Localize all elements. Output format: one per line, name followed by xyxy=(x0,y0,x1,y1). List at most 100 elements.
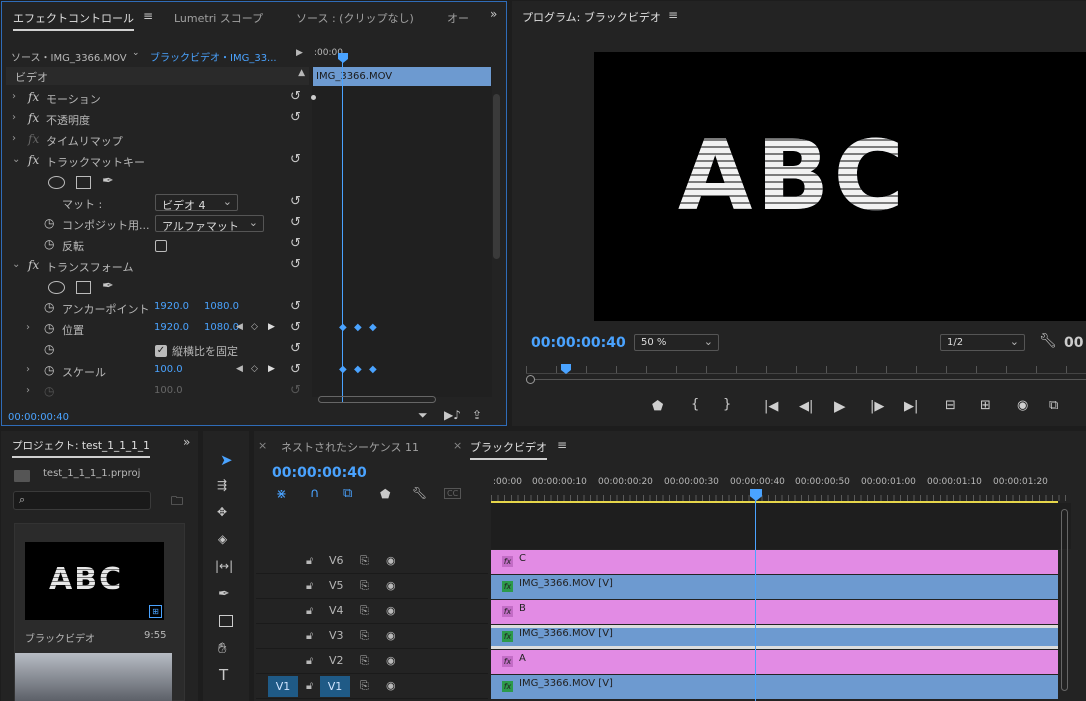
lock-icon[interactable]: 🔓︎ xyxy=(306,579,313,593)
twirl-icon[interactable]: › xyxy=(12,133,16,144)
track-header-v5[interactable]: 🔓︎ V5 ⎘ ◉ xyxy=(256,574,488,599)
scrub-ruler[interactable] xyxy=(526,366,1086,374)
opacity-row[interactable]: › fx 不透明度 ↺ xyxy=(2,109,307,130)
prev-keyframe-icon[interactable]: ◀ xyxy=(236,364,243,374)
filter-icon[interactable]: ⏷ xyxy=(418,408,428,423)
ellipse-mask-icon[interactable] xyxy=(48,281,65,294)
type-tool-icon[interactable]: T xyxy=(219,666,228,684)
step-forward-icon[interactable]: |▶ xyxy=(870,399,884,414)
rectangle-mask-icon[interactable] xyxy=(76,281,91,294)
overflow-chevron-icon[interactable]: » xyxy=(490,7,497,21)
video-frame[interactable]: ABC xyxy=(594,52,1086,321)
pen-mask-icon[interactable]: ✒ xyxy=(102,173,114,189)
snap-icon[interactable]: ∩ xyxy=(310,486,320,501)
keyframe-icon[interactable]: ◆ xyxy=(354,364,362,375)
clip-a[interactable]: fx A xyxy=(491,650,1058,674)
track-header-v6[interactable]: 🔓︎ V6 ⎘ ◉ xyxy=(256,549,488,574)
panel-menu-icon[interactable]: ≡ xyxy=(143,9,153,23)
close-icon[interactable]: × xyxy=(453,439,462,452)
export-icon[interactable]: ⇪ xyxy=(472,408,482,422)
scale-row[interactable]: › ◷ スケール 100.0 ◀ ◇ ▶ ↺ xyxy=(2,361,307,382)
razor-tool-icon[interactable]: ◈ xyxy=(218,532,227,546)
wrench-icon[interactable]: 🔧︎ xyxy=(1039,333,1057,349)
reset-icon[interactable]: ↺ xyxy=(290,257,301,272)
sync-lock-icon[interactable]: ⎘ xyxy=(360,554,369,568)
mark-out-icon[interactable]: } xyxy=(723,397,731,412)
composite-row[interactable]: ◷ コンポジット用... アルファマット ⌄ ↺ xyxy=(2,214,307,235)
anchor-y-value[interactable]: 1080.0 xyxy=(204,301,239,312)
sync-lock-icon[interactable]: ⎘ xyxy=(360,629,369,643)
uniform-scale-checkbox[interactable]: ✓ xyxy=(155,345,167,357)
reset-icon[interactable]: ↺ xyxy=(290,362,301,377)
go-to-in-icon[interactable]: |◀ xyxy=(764,399,778,414)
horizontal-scrollbar[interactable] xyxy=(318,396,436,403)
twirl-icon[interactable]: › xyxy=(26,364,30,375)
reset-icon[interactable]: ↺ xyxy=(290,215,301,230)
motion-row[interactable]: › fx モーション ↺ xyxy=(2,88,307,109)
eye-icon[interactable]: ◉ xyxy=(386,679,396,692)
keyframe-icon[interactable]: ◆ xyxy=(369,322,377,333)
slip-tool-icon[interactable]: |↔| xyxy=(215,559,233,573)
eye-icon[interactable]: ◉ xyxy=(386,629,396,642)
hand-tool-icon[interactable]: ✋︎ xyxy=(218,639,227,657)
pen-tool-icon[interactable]: ✒ xyxy=(218,586,230,602)
matte-select[interactable]: ビデオ 4 ⌄ xyxy=(155,194,238,212)
go-to-out-icon[interactable]: ▶| xyxy=(904,399,918,414)
sync-lock-icon[interactable]: ⎘ xyxy=(360,604,369,618)
chevron-down-icon[interactable]: ⌄ xyxy=(132,48,140,58)
invert-checkbox[interactable] xyxy=(155,240,167,252)
matte-row[interactable]: マット : ビデオ 4 ⌄ ↺ xyxy=(2,193,307,214)
keyframe-icon[interactable]: ◆ xyxy=(339,364,347,375)
tab-black-video[interactable]: ブラックビデオ xyxy=(470,439,547,460)
clip-img-v3[interactable]: fx IMG_3366.MOV [V] xyxy=(491,625,1058,649)
reset-icon[interactable]: ↺ xyxy=(290,152,301,167)
fx-icon[interactable]: fx xyxy=(28,258,39,272)
twirl-icon[interactable]: › xyxy=(26,385,30,396)
effect-timecode[interactable]: 00:00:00:40 xyxy=(8,412,69,423)
tab-effect-controls[interactable]: エフェクトコントロール xyxy=(13,10,134,31)
track-header-v4[interactable]: 🔓︎ V4 ⎘ ◉ xyxy=(256,599,488,624)
stopwatch-icon[interactable]: ◷ xyxy=(44,237,54,251)
anchor-row[interactable]: ◷ アンカーポイント 1920.0 1080.0 ↺ xyxy=(2,298,307,319)
twirl-icon[interactable]: › xyxy=(12,91,16,102)
reset-icon[interactable]: ↺ xyxy=(290,299,301,314)
fx-icon[interactable]: fx xyxy=(28,153,39,167)
audio-only-icon[interactable]: ▶♪ xyxy=(444,408,461,422)
project-thumbnail[interactable]: ABC ⊞ xyxy=(25,542,164,620)
tab-nested-sequence[interactable]: ネストされたシーケンス 11 xyxy=(281,439,419,455)
panel-menu-icon[interactable]: ≡ xyxy=(557,438,567,452)
reset-icon[interactable]: ↺ xyxy=(290,110,301,125)
sequence-clip-link[interactable]: ブラックビデオ・IMG_33... xyxy=(150,49,277,64)
selection-tool-icon[interactable]: ➤ xyxy=(220,451,233,469)
extract-icon[interactable]: ⊞ xyxy=(980,398,991,413)
clip-img-v5[interactable]: fx IMG_3366.MOV [V] xyxy=(491,575,1058,599)
ripple-edit-tool-icon[interactable]: ✥ xyxy=(217,505,227,519)
program-title[interactable]: プログラム: ブラックビデオ xyxy=(522,9,661,25)
timeline-timecode[interactable]: 00:00:00:40 xyxy=(272,465,367,481)
rectangle-tool-icon[interactable] xyxy=(219,615,233,627)
play-icon[interactable]: ▶ xyxy=(834,397,846,415)
compare-icon[interactable]: ⧉ xyxy=(1049,398,1058,413)
keyframe-icon[interactable]: ◆ xyxy=(369,364,377,375)
clip-img-v1[interactable]: fx IMG_3366.MOV [V] xyxy=(491,675,1058,699)
lock-icon[interactable]: 🔓︎ xyxy=(306,679,313,693)
sync-lock-icon[interactable]: ⎘ xyxy=(360,654,369,668)
track-header-v2[interactable]: 🔓︎ V2 ⎘ ◉ xyxy=(256,649,488,674)
rectangle-mask-icon[interactable] xyxy=(76,176,91,189)
project-title[interactable]: プロジェクト: test_1_1_1_1 xyxy=(12,438,150,458)
insert-nest-icon[interactable]: ⋇ xyxy=(276,487,287,502)
sync-lock-icon[interactable]: ⎘ xyxy=(360,579,369,593)
mark-in-icon[interactable]: { xyxy=(691,397,699,412)
timeline-scrollbar[interactable] xyxy=(1061,509,1068,691)
search-input[interactable]: ⌕ xyxy=(13,491,151,510)
track-header-v1[interactable]: V1 🔓︎ V1 ⎘ ◉ xyxy=(256,674,488,699)
prev-keyframe-icon[interactable]: ◀ xyxy=(236,322,243,332)
new-bin-icon[interactable]: 🗀︎ xyxy=(171,492,183,513)
program-timecode[interactable]: 00:00:00:40 xyxy=(531,335,626,351)
reset-icon[interactable]: ↺ xyxy=(290,236,301,251)
twirl-open-icon[interactable]: ⌄ xyxy=(12,154,20,165)
position-y-value[interactable]: 1080.0 xyxy=(204,322,239,333)
add-marker-icon[interactable]: ⬟ xyxy=(652,399,663,414)
reset-icon[interactable]: ↺ xyxy=(290,320,301,335)
play-only-audio-icon[interactable]: ▶ xyxy=(296,48,303,58)
